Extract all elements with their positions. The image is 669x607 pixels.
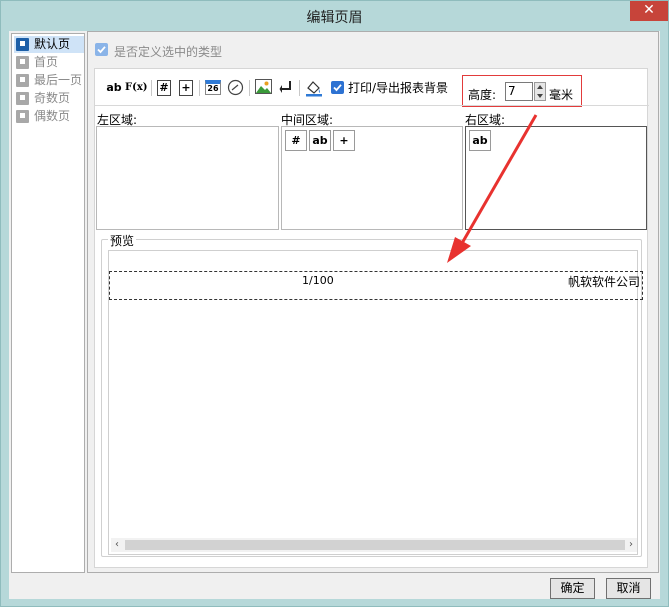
text-element[interactable]: ab xyxy=(309,130,331,151)
nav-item-label: 首页 xyxy=(34,55,59,69)
print-background-label: 打印/导出报表背景 xyxy=(348,81,449,95)
cancel-button[interactable]: 取消 xyxy=(606,578,651,599)
checkmark-icon xyxy=(333,84,342,92)
close-icon: ✕ xyxy=(643,2,655,18)
center-region[interactable]: # ab + xyxy=(281,126,463,230)
height-control-highlight: 高度: 7 毫米 xyxy=(462,75,582,107)
insert-image-button[interactable] xyxy=(255,79,272,97)
checkmark-icon xyxy=(97,46,106,54)
image-icon xyxy=(255,79,272,94)
toolbar-divider xyxy=(249,80,250,96)
custom-type-label: 是否定义选中的类型 xyxy=(114,45,223,59)
scrollbar-thumb[interactable] xyxy=(125,540,625,550)
text-element[interactable]: ab xyxy=(469,130,491,151)
toolbar-divider xyxy=(151,80,152,96)
nav-item-label: 默认页 xyxy=(34,37,71,51)
spin-down-icon[interactable] xyxy=(537,94,543,98)
close-button[interactable]: ✕ xyxy=(630,1,668,21)
toolbar-divider xyxy=(199,80,200,96)
scroll-right-icon[interactable]: › xyxy=(625,538,637,552)
preview-legend: 预览 xyxy=(108,232,137,249)
nav-item-label: 最后一页 xyxy=(34,73,83,87)
page-icon xyxy=(16,74,29,87)
header-preview-band: 1/100 帆软软件公司 xyxy=(109,271,643,300)
total-pages-element[interactable]: + xyxy=(333,130,355,151)
height-unit: 毫米 xyxy=(549,88,574,102)
toolbar-divider xyxy=(299,80,300,96)
preview-group: 预览 1/100 帆软软件公司 ‹ › xyxy=(101,232,643,557)
spin-up-icon[interactable] xyxy=(537,85,543,89)
preview-canvas: 1/100 帆软软件公司 ‹ › xyxy=(108,250,643,555)
height-stepper[interactable] xyxy=(534,82,546,101)
dialog-title: 编辑页眉 xyxy=(306,10,363,26)
calendar-icon[interactable]: 26 xyxy=(205,80,221,95)
page-icon xyxy=(16,38,29,51)
nav-item-label: 奇数页 xyxy=(34,91,71,105)
insert-formula-button[interactable]: F(x) xyxy=(125,79,148,97)
ok-button[interactable]: 确定 xyxy=(550,578,595,599)
page-number-preview: 1/100 xyxy=(302,274,334,287)
company-name-preview: 帆软软件公司 xyxy=(567,275,640,289)
nav-item-even-page[interactable]: 偶数页 xyxy=(14,108,84,125)
dialog-window: 编辑页眉 ✕ 默认页 首页 最后一页 奇数页 偶数页 是否定义选中的类型 ab … xyxy=(0,0,669,607)
nav-item-last-page[interactable]: 最后一页 xyxy=(14,72,84,89)
nav-item-default-page[interactable]: 默认页 xyxy=(14,36,84,53)
page-icon xyxy=(16,92,29,105)
title-bar: 编辑页眉 ✕ xyxy=(1,1,668,31)
nav-item-first-page[interactable]: 首页 xyxy=(14,54,84,71)
horizontal-scrollbar[interactable]: ‹ › xyxy=(111,538,637,552)
paint-bucket-icon xyxy=(306,81,322,97)
dialog-client: 默认页 首页 最后一页 奇数页 偶数页 是否定义选中的类型 ab F(x) # … xyxy=(9,31,660,599)
insert-text-button[interactable]: ab xyxy=(105,79,123,97)
insert-total-pages-button[interactable]: + xyxy=(179,80,193,96)
background-button[interactable] xyxy=(305,79,323,97)
clock-icon xyxy=(227,79,244,96)
header-editor-panel: 是否定义选中的类型 ab F(x) # + 26 打印/导出报表背景 高度: 7… xyxy=(87,31,659,573)
page-number-element[interactable]: # xyxy=(285,130,307,151)
scroll-left-icon[interactable]: ‹ xyxy=(111,538,123,552)
page-icon xyxy=(16,110,29,123)
header-editor: ab F(x) # + 26 打印/导出报表背景 高度: 7 毫米 左区域: 中… xyxy=(94,68,649,568)
custom-type-checkbox[interactable] xyxy=(95,43,108,56)
right-region[interactable]: ab xyxy=(465,126,647,230)
nav-item-odd-page[interactable]: 奇数页 xyxy=(14,90,84,107)
print-background-checkbox[interactable] xyxy=(331,81,344,94)
page-icon xyxy=(16,56,29,69)
nav-item-label: 偶数页 xyxy=(34,109,71,123)
height-label: 高度: xyxy=(468,88,497,102)
page-type-list: 默认页 首页 最后一页 奇数页 偶数页 xyxy=(11,33,85,573)
insert-newline-button[interactable] xyxy=(279,79,293,97)
insert-time-button[interactable] xyxy=(227,79,244,97)
toolbar-divider-line xyxy=(95,105,649,106)
left-region[interactable] xyxy=(96,126,279,230)
height-input[interactable]: 7 xyxy=(505,82,533,101)
newline-icon xyxy=(279,81,291,93)
insert-page-number-button[interactable]: # xyxy=(157,80,171,96)
